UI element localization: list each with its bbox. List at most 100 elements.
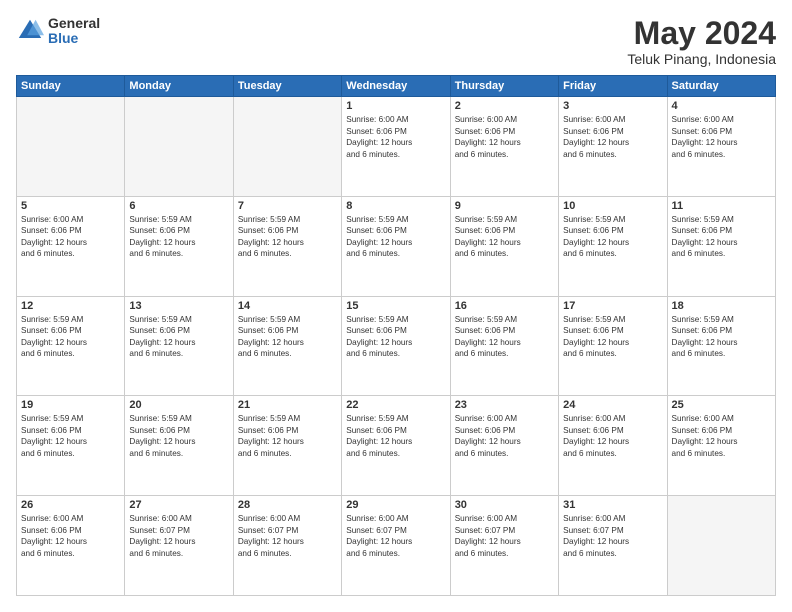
day-number: 11 — [672, 200, 771, 212]
day-number: 20 — [129, 399, 228, 411]
calendar-week-1: 5Sunrise: 6:00 AM Sunset: 6:06 PM Daylig… — [17, 196, 776, 296]
logo-blue: Blue — [48, 31, 100, 46]
calendar-cell: 28 Sunrise: 6:00 AM Sunset: 6:07 PM Dayli… — [233, 496, 341, 596]
day-info: Sunrise: 5:59 AM Sunset: 6:06 PM Dayligh… — [563, 314, 662, 360]
logo-text: General Blue — [48, 16, 100, 47]
day-number: 22 — [346, 399, 445, 411]
calendar-cell: 22Sunrise: 5:59 AM Sunset: 6:06 PM Dayli… — [342, 396, 450, 496]
calendar-week-3: 19 Sunrise: 5:59 AM Sunset: 6:06 PM Dayli… — [17, 396, 776, 496]
calendar-cell: 19Sunrise: 5:59 AM Sunset: 6:06 PM Dayli… — [17, 396, 125, 496]
title-block: May 2024 Teluk Pinang, Indonesia — [627, 16, 776, 67]
col-saturday: Saturday — [667, 76, 775, 97]
day-info: Sunrise: 6:00 AM Sunset: 6:06 PM Dayligh… — [672, 114, 771, 160]
calendar-cell: 26Sunrise: 6:00 AM Sunset: 6:06 PM Dayli… — [17, 496, 125, 596]
day-number: 13 — [129, 300, 228, 312]
calendar-cell: 2Sunrise: 6:00 AM Sunset: 6:06 PM Daylig… — [450, 97, 558, 197]
day-number: 1 — [346, 100, 445, 112]
calendar-cell: 10 Sunrise: 5:59 AM Sunset: 6:06 PM Dayli… — [559, 196, 667, 296]
calendar-cell: 1 Sunrise: 6:00 AM Sunset: 6:06 PM Daylig… — [342, 97, 450, 197]
calendar-cell: 17 Sunrise: 5:59 AM Sunset: 6:06 PM Dayli… — [559, 296, 667, 396]
calendar-cell: 29Sunrise: 6:00 AM Sunset: 6:07 PM Dayli… — [342, 496, 450, 596]
logo-general: General — [48, 16, 100, 31]
calendar-cell: 5Sunrise: 6:00 AM Sunset: 6:06 PM Daylig… — [17, 196, 125, 296]
calendar-cell — [125, 97, 233, 197]
day-number: 27 — [129, 499, 228, 511]
day-info: Sunrise: 5:59 AM Sunset: 6:06 PM Dayligh… — [346, 214, 445, 260]
calendar-cell: 31Sunrise: 6:00 AM Sunset: 6:07 PM Dayli… — [559, 496, 667, 596]
logo-icon — [16, 17, 44, 45]
calendar-header-row: Sunday Monday Tuesday Wednesday Thursday… — [17, 76, 776, 97]
day-info: Sunrise: 5:59 AM Sunset: 6:06 PM Dayligh… — [21, 314, 120, 360]
calendar-week-2: 12Sunrise: 5:59 AM Sunset: 6:06 PM Dayli… — [17, 296, 776, 396]
day-info: Sunrise: 5:59 AM Sunset: 6:06 PM Dayligh… — [238, 314, 337, 360]
calendar-cell: 23 Sunrise: 6:00 AM Sunset: 6:06 PM Dayli… — [450, 396, 558, 496]
day-number: 9 — [455, 200, 554, 212]
calendar-cell: 16 Sunrise: 5:59 AM Sunset: 6:06 PM Dayli… — [450, 296, 558, 396]
day-info: Sunrise: 6:00 AM Sunset: 6:06 PM Dayligh… — [563, 114, 662, 160]
day-number: 15 — [346, 300, 445, 312]
header: General Blue May 2024 Teluk Pinang, Indo… — [16, 16, 776, 67]
calendar-week-0: 1 Sunrise: 6:00 AM Sunset: 6:06 PM Daylig… — [17, 97, 776, 197]
day-number: 14 — [238, 300, 337, 312]
calendar-cell: 8Sunrise: 5:59 AM Sunset: 6:06 PM Daylig… — [342, 196, 450, 296]
calendar-table: Sunday Monday Tuesday Wednesday Thursday… — [16, 75, 776, 596]
day-number: 7 — [238, 200, 337, 212]
logo: General Blue — [16, 16, 100, 47]
calendar-cell: 24Sunrise: 6:00 AM Sunset: 6:06 PM Dayli… — [559, 396, 667, 496]
day-info: Sunrise: 6:00 AM Sunset: 6:07 PM Dayligh… — [238, 513, 337, 559]
calendar-cell — [667, 496, 775, 596]
day-number: 19 — [21, 399, 120, 411]
main-title: May 2024 — [627, 16, 776, 51]
calendar-cell: 15Sunrise: 5:59 AM Sunset: 6:06 PM Dayli… — [342, 296, 450, 396]
col-tuesday: Tuesday — [233, 76, 341, 97]
day-number: 4 — [672, 100, 771, 112]
day-number: 28 — [238, 499, 337, 511]
day-number: 2 — [455, 100, 554, 112]
calendar-cell — [17, 97, 125, 197]
day-info: Sunrise: 5:59 AM Sunset: 6:06 PM Dayligh… — [455, 314, 554, 360]
day-number: 18 — [672, 300, 771, 312]
day-number: 26 — [21, 499, 120, 511]
day-info: Sunrise: 6:00 AM Sunset: 6:07 PM Dayligh… — [455, 513, 554, 559]
day-info: Sunrise: 6:00 AM Sunset: 6:07 PM Dayligh… — [346, 513, 445, 559]
day-number: 30 — [455, 499, 554, 511]
day-info: Sunrise: 5:59 AM Sunset: 6:06 PM Dayligh… — [563, 214, 662, 260]
calendar-cell: 9 Sunrise: 5:59 AM Sunset: 6:06 PM Daylig… — [450, 196, 558, 296]
day-info: Sunrise: 6:00 AM Sunset: 6:06 PM Dayligh… — [563, 413, 662, 459]
calendar-cell: 14 Sunrise: 5:59 AM Sunset: 6:06 PM Dayli… — [233, 296, 341, 396]
day-info: Sunrise: 5:59 AM Sunset: 6:06 PM Dayligh… — [672, 214, 771, 260]
col-sunday: Sunday — [17, 76, 125, 97]
day-number: 17 — [563, 300, 662, 312]
day-number: 21 — [238, 399, 337, 411]
calendar-cell: 4 Sunrise: 6:00 AM Sunset: 6:06 PM Daylig… — [667, 97, 775, 197]
calendar-cell: 6 Sunrise: 5:59 AM Sunset: 6:06 PM Daylig… — [125, 196, 233, 296]
day-info: Sunrise: 6:00 AM Sunset: 6:06 PM Dayligh… — [672, 413, 771, 459]
day-info: Sunrise: 5:59 AM Sunset: 6:06 PM Dayligh… — [455, 214, 554, 260]
col-friday: Friday — [559, 76, 667, 97]
calendar-cell: 27 Sunrise: 6:00 AM Sunset: 6:07 PM Dayli… — [125, 496, 233, 596]
calendar-cell: 13 Sunrise: 5:59 AM Sunset: 6:06 PM Dayli… — [125, 296, 233, 396]
day-number: 25 — [672, 399, 771, 411]
day-number: 16 — [455, 300, 554, 312]
calendar-cell — [233, 97, 341, 197]
calendar-cell: 12Sunrise: 5:59 AM Sunset: 6:06 PM Dayli… — [17, 296, 125, 396]
day-info: Sunrise: 5:59 AM Sunset: 6:06 PM Dayligh… — [129, 314, 228, 360]
day-info: Sunrise: 6:00 AM Sunset: 6:06 PM Dayligh… — [346, 114, 445, 160]
day-number: 6 — [129, 200, 228, 212]
day-info: Sunrise: 6:00 AM Sunset: 6:06 PM Dayligh… — [455, 413, 554, 459]
page: General Blue May 2024 Teluk Pinang, Indo… — [0, 0, 792, 612]
day-info: Sunrise: 5:59 AM Sunset: 6:06 PM Dayligh… — [129, 413, 228, 459]
day-info: Sunrise: 5:59 AM Sunset: 6:06 PM Dayligh… — [672, 314, 771, 360]
day-number: 23 — [455, 399, 554, 411]
col-thursday: Thursday — [450, 76, 558, 97]
calendar-cell: 20 Sunrise: 5:59 AM Sunset: 6:06 PM Dayli… — [125, 396, 233, 496]
day-info: Sunrise: 5:59 AM Sunset: 6:06 PM Dayligh… — [129, 214, 228, 260]
day-number: 31 — [563, 499, 662, 511]
calendar-cell: 11 Sunrise: 5:59 AM Sunset: 6:06 PM Dayli… — [667, 196, 775, 296]
calendar-week-4: 26Sunrise: 6:00 AM Sunset: 6:06 PM Dayli… — [17, 496, 776, 596]
col-monday: Monday — [125, 76, 233, 97]
day-number: 10 — [563, 200, 662, 212]
day-info: Sunrise: 6:00 AM Sunset: 6:07 PM Dayligh… — [129, 513, 228, 559]
subtitle: Teluk Pinang, Indonesia — [627, 51, 776, 67]
calendar-cell: 30 Sunrise: 6:00 AM Sunset: 6:07 PM Dayli… — [450, 496, 558, 596]
